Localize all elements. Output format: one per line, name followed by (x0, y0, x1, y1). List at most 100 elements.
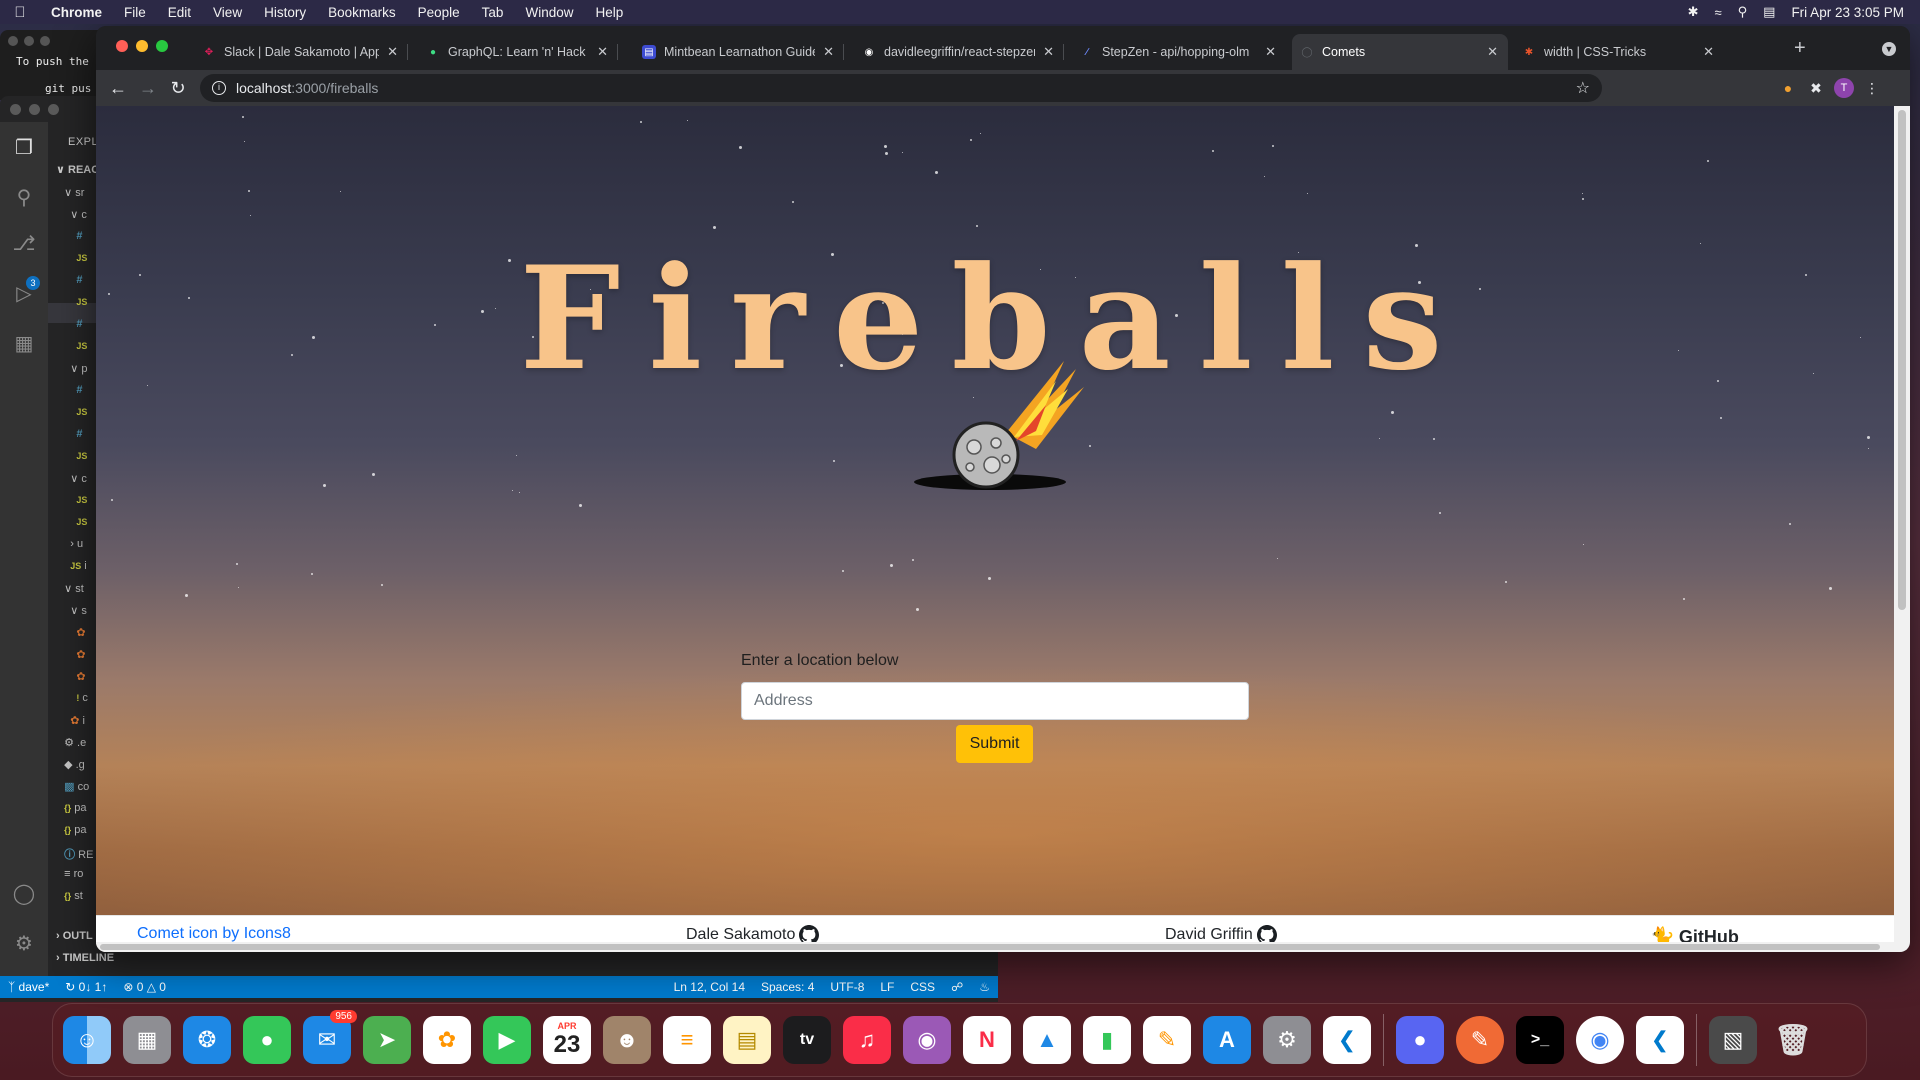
browser-tab-csstricks[interactable]: ✱ width | CSS-Tricks ✕ (1514, 34, 1724, 70)
menu-tab[interactable]: Tab (471, 5, 515, 20)
search-icon[interactable]: ⚲ (12, 186, 36, 210)
indentation-status[interactable]: Spaces: 4 (753, 980, 822, 994)
apple-menu-icon[interactable]:  (0, 4, 40, 21)
terminal-window[interactable]: To push the git pus (0, 30, 110, 100)
extensions-puzzle-icon[interactable]: ✖ (1806, 78, 1826, 98)
menu-view[interactable]: View (202, 5, 253, 20)
explorer-file-js[interactable]: JS (58, 340, 87, 352)
account-icon[interactable]: ◯ (12, 882, 36, 906)
trash-icon[interactable]: 🗑 (1769, 1016, 1817, 1064)
source-control-icon[interactable]: ⎇ (12, 232, 36, 256)
extensions-icon[interactable]: ▦ (12, 332, 36, 356)
tab-close-icon[interactable]: ✕ (597, 44, 608, 60)
horizontal-scrollbar-thumb[interactable] (100, 944, 1880, 950)
terminal-icon[interactable]: >_ (1516, 1016, 1564, 1064)
explorer-file-scss[interactable]: ✿ (58, 626, 85, 639)
address-input[interactable] (741, 682, 1249, 720)
back-arrow-icon[interactable]: ← (106, 76, 130, 100)
browser-tab-stepzen[interactable]: ∕ StepZen - api/hopping-olm ✕ (1072, 34, 1286, 70)
explorer-file-scss[interactable]: ✿ (58, 648, 85, 661)
notes-icon[interactable]: ▤ (723, 1016, 771, 1064)
vscode-zoom-button[interactable] (48, 104, 59, 115)
spotlight-search-icon[interactable]: ⚲ (1738, 4, 1748, 20)
tab-close-icon[interactable]: ✕ (1265, 44, 1276, 60)
reminders-icon[interactable]: ≡ (663, 1016, 711, 1064)
menu-help[interactable]: Help (584, 5, 634, 20)
explorer-file-js[interactable]: JS (58, 450, 87, 462)
encoding-status[interactable]: UTF-8 (822, 980, 872, 994)
browser-tab-github[interactable]: ◉ davidleegriffin/react-stepzen ✕ (854, 34, 1064, 70)
explorer-file-css[interactable]: # (58, 230, 82, 242)
explorer-file[interactable]: ⓘ RE (58, 846, 93, 862)
control-center-icon[interactable]: ▤ (1763, 4, 1775, 20)
safari-icon[interactable]: ❂ (183, 1016, 231, 1064)
git-sync-status[interactable]: ↻ 0↓ 1↑ (57, 980, 115, 994)
cursor-position-status[interactable]: Ln 12, Col 14 (666, 980, 753, 994)
vscode-dock-icon-2[interactable]: ❮ (1636, 1016, 1684, 1064)
eol-status[interactable]: LF (872, 980, 902, 994)
maps-icon[interactable]: ➤ (363, 1016, 411, 1064)
calendar-icon[interactable]: APR 23 (543, 1016, 591, 1064)
run-debug-icon[interactable]: ▷ (12, 282, 36, 306)
music-icon[interactable]: ♫ (843, 1016, 891, 1064)
vertical-scrollbar-thumb[interactable] (1898, 110, 1906, 610)
browser-tab-graphql[interactable]: ● GraphQL: Learn 'n' Hack - m ✕ (418, 34, 618, 70)
contacts-icon[interactable]: ☻ (603, 1016, 651, 1064)
apple-tv-icon[interactable]: tv (783, 1016, 831, 1064)
submit-button[interactable]: Submit (956, 725, 1033, 763)
explorer-file[interactable]: {} pa (58, 824, 86, 836)
tab-close-icon[interactable]: ✕ (1487, 44, 1498, 60)
explorer-file-js[interactable]: JS (58, 494, 87, 506)
outline-section[interactable]: › OUTL (56, 930, 93, 942)
pages-icon[interactable]: ✎ (1143, 1016, 1191, 1064)
menu-app-name[interactable]: Chrome (40, 5, 113, 20)
explorer-file-js[interactable]: JS (58, 406, 87, 418)
menu-history[interactable]: History (253, 5, 317, 20)
chrome-dock-icon[interactable]: ◉ (1576, 1016, 1624, 1064)
explorer-file[interactable]: ▩ co (58, 780, 89, 793)
messages-icon[interactable]: ● (243, 1016, 291, 1064)
photos-icon[interactable]: ✿ (423, 1016, 471, 1064)
menu-bookmarks[interactable]: Bookmarks (317, 5, 407, 20)
numbers-icon[interactable]: ▮ (1083, 1016, 1131, 1064)
explorer-file-scss[interactable]: ✿ (58, 670, 85, 683)
tab-search-chevron-icon[interactable]: ▼ (1882, 42, 1896, 56)
tab-close-icon[interactable]: ✕ (387, 44, 398, 60)
menu-file[interactable]: File (113, 5, 157, 20)
explorer-tree-row[interactable]: ∨ st (58, 582, 84, 595)
finder-icon[interactable]: ☺ (63, 1016, 111, 1064)
postman-icon[interactable]: ✎ (1456, 1016, 1504, 1064)
vscode-minimize-button[interactable] (29, 104, 40, 115)
bluetooth-icon[interactable]: ✱ (1688, 4, 1699, 20)
chrome-menu-kebab-icon[interactable]: ⋮ (1862, 78, 1882, 98)
keynote-icon[interactable]: ▲ (1023, 1016, 1071, 1064)
explorer-file-js[interactable]: JS (58, 516, 87, 528)
explorer-file-js[interactable]: JS (58, 296, 87, 308)
browser-tab-mintbean[interactable]: ▤ Mintbean Learnathon Guideb ✕ (634, 34, 844, 70)
git-branch-status[interactable]: ᛉ dave* (0, 980, 57, 994)
explorer-file-css[interactable]: # (58, 318, 82, 330)
explorer-tree-row[interactable]: ∨ sr (58, 186, 84, 199)
explorer-file-css[interactable]: # (58, 384, 82, 396)
reload-icon[interactable]: ↻ (166, 76, 190, 100)
profile-avatar[interactable]: T (1834, 78, 1854, 98)
explorer-file[interactable]: ≡ ro (58, 868, 83, 880)
explorer-file[interactable]: {} pa (58, 802, 86, 814)
horizontal-scrollbar[interactable] (96, 942, 1894, 952)
new-tab-plus-icon[interactable]: + (1794, 38, 1806, 58)
explorer-file-scss[interactable]: ✿ i (58, 714, 85, 727)
explorer-file-js[interactable]: JS (58, 252, 87, 264)
menu-edit[interactable]: Edit (157, 5, 202, 20)
explorer-files-icon[interactable]: ❐ (12, 136, 36, 160)
icons8-credit-link[interactable]: Comet icon by Icons8 (137, 925, 291, 943)
tab-close-icon[interactable]: ✕ (1703, 44, 1714, 60)
tab-close-icon[interactable]: ✕ (823, 44, 834, 60)
chrome-fullscreen-button[interactable] (156, 40, 168, 52)
vscode-close-button[interactable] (10, 104, 21, 115)
mail-icon[interactable]: ✉ 956 (303, 1010, 357, 1064)
extension-icon[interactable]: ● (1778, 78, 1798, 98)
explorer-file[interactable]: ⚙ .e (58, 736, 86, 749)
settings-gear-icon[interactable]: ⚙ (12, 932, 36, 956)
news-icon[interactable]: N (963, 1016, 1011, 1064)
browser-tab-slack[interactable]: ✥ Slack | Dale Sakamoto | App ✕ (194, 34, 408, 70)
